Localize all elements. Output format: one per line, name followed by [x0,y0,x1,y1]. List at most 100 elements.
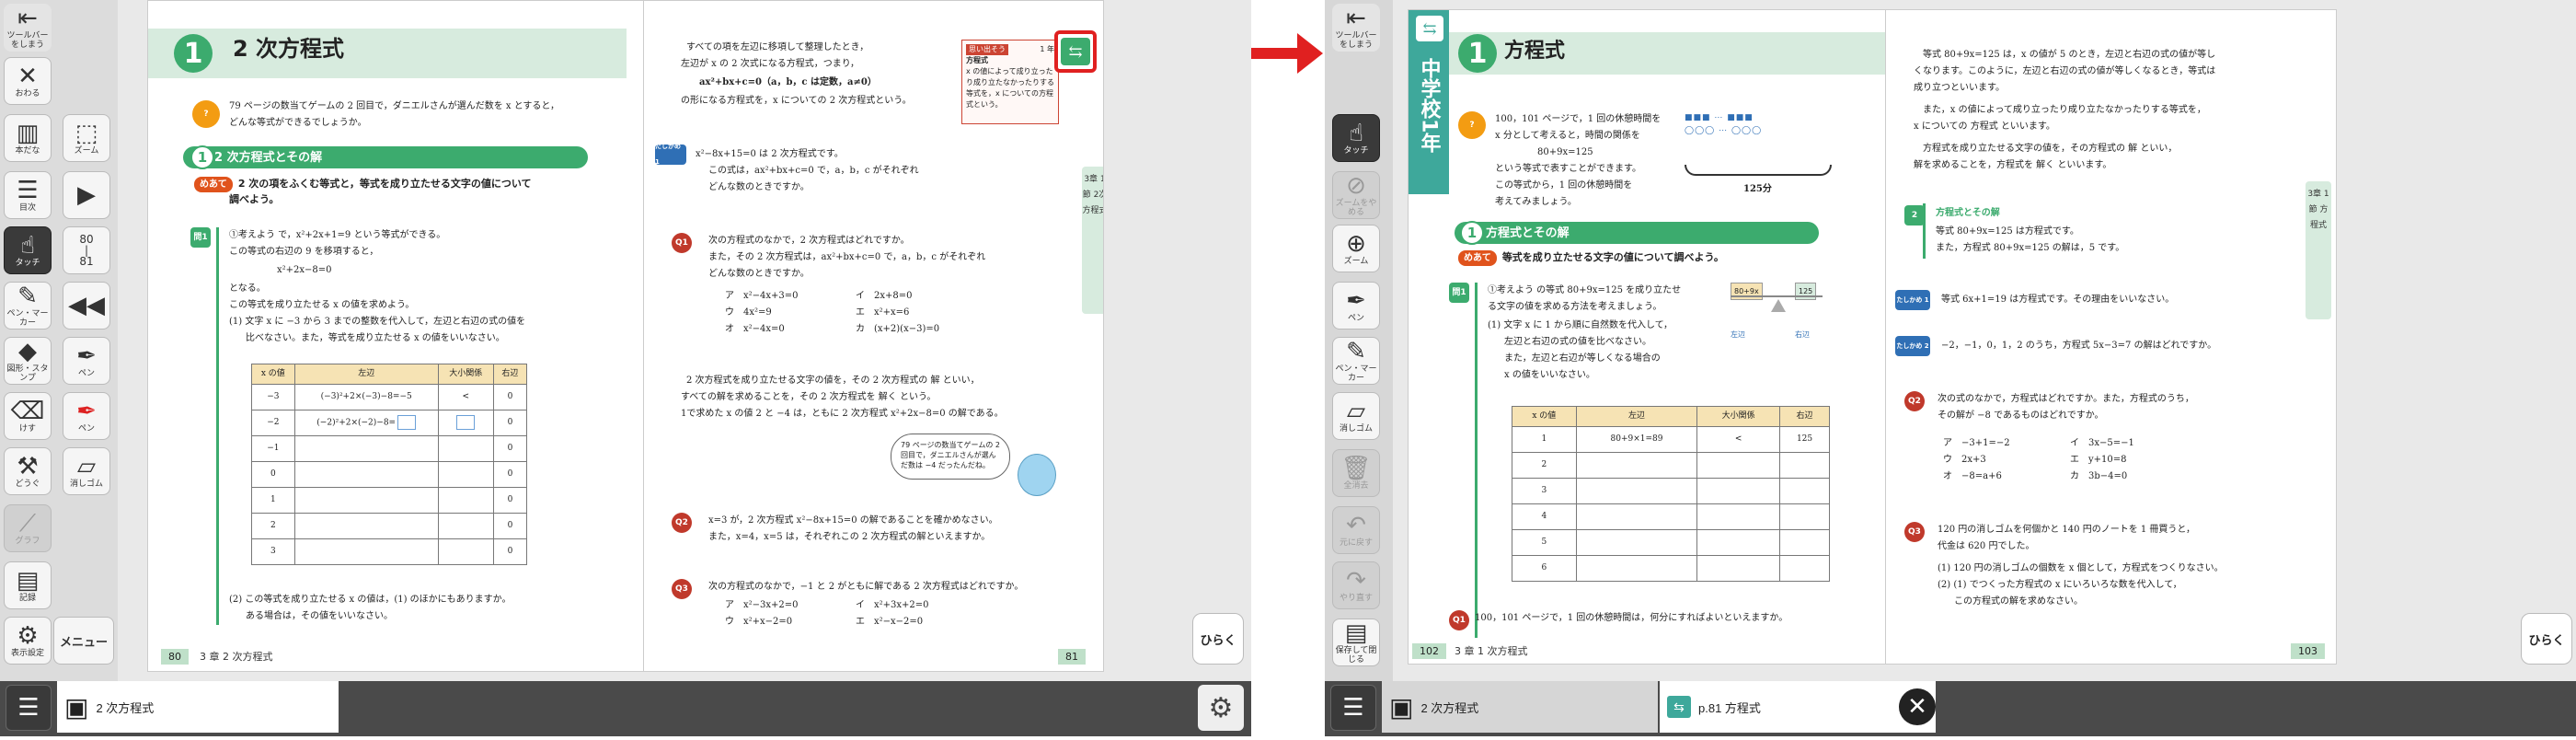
table-row: −1 0 [251,435,528,462]
hand-pointer-icon: ☝ [20,232,35,260]
zoom-button[interactable]: ⊕ ズーム [1332,225,1380,272]
close-button[interactable]: ✕ おわる [4,57,52,105]
question-text: ある場合は，その値をいいなさい。 [246,611,393,621]
tab-linked-page[interactable]: ⇆ p.81 方程式 [1660,681,1936,733]
goal-cont: 調べよう。 [229,193,280,205]
pen-icon: ✒ [1346,287,1366,315]
pen-red-button[interactable]: ✒ ペン [63,392,110,440]
toc-button[interactable]: ☰ 目次 [4,171,52,219]
pen-marker-button[interactable]: ✎ ペン・マーカー [4,282,52,330]
tab-book[interactable]: ▣ 2 次方程式 [1382,681,1658,733]
chapter-number: 1 [174,34,213,73]
eraser-icon: ▱ [1347,398,1365,425]
page-number: 81 [1058,649,1086,665]
body-text: 2 次方程式を成り立たせる文字の値を，その 2 次方程式の 解 といい， [686,376,980,386]
back-link-icon[interactable]: ⇆ [1416,16,1443,41]
right-toolbar: ⇤ ツールバーをしまう ☝ タッチ ⊘ ズームをやめる ⊕ ズーム ✒ ペン ✎… [1325,0,1393,681]
toolbar-hide-button[interactable]: ⇤ ツールバーをしまう [1332,4,1380,52]
body-text: x²−8x+15=0 は 2 次方程式です。 [696,149,844,159]
arrow-left-bar-icon: ⇤ [17,5,38,32]
question-mark: Q1 [1449,610,1469,630]
left-viewer: ⇤ ツールバーをしまう ✕ おわる ▥ 本だな ⬚ ズーム ☰ 目次 ▶ ☝ タ… [0,0,1251,736]
option: ウ x²+x−2=0 [725,617,793,627]
open-button[interactable]: ひらく [2521,613,2572,665]
menu-button[interactable]: メニュー [53,617,114,665]
tools-button[interactable]: ⚒ どうぐ [4,447,52,495]
body-text: 100，101 ページで，1 回の休憩時間は，何分にすればよいといえますか。 [1475,613,1788,623]
goal: めあて 2 次の項をふくむ等式と，等式を成り立たせる文字の値について [194,176,532,192]
pen-marker-button[interactable]: ✎ ペン・マーカー [1332,337,1380,385]
eraser-button[interactable]: ▱ 消しゴム [63,447,110,495]
reminder-box: 思い出そう 1 年 方程式 x の値によって成り立ったり成り立たなかったりする等式… [961,40,1059,124]
bookshelf-button[interactable]: ▥ 本だな [4,114,52,162]
redo-icon: ↷ [1346,567,1366,595]
erase-button[interactable]: ⌫ けす [4,392,52,440]
save-close-button[interactable]: ▤ 保存して閉じる [1332,619,1380,666]
table-header: 右辺 [1779,406,1830,427]
body-text: また，x の値によって成り立ったり成り立たなかったりする等式を， [1923,105,2206,115]
book-icon: ▣ [1389,692,1414,722]
running-footer: 3 章 2 次方程式 [200,651,273,663]
answer-box[interactable] [397,414,417,430]
zoom-button[interactable]: ⬚ ズーム [63,114,110,162]
table-header: x の値 [1512,406,1577,427]
body-text: x=3 が，2 次方程式 x²−8x+15=0 の解であることを確かめなさい。 [708,515,998,526]
question-mark: Q1 [672,233,692,253]
zoom-stop-button[interactable]: ⊘ ズームをやめる [1332,171,1380,219]
page-102: 中学校1年 ⇆ 1 方程式 ? 100，101 ページで，1 回の休憩時間を x… [1408,9,1886,665]
arrow-left-bar-icon: ⇤ [1346,5,1366,32]
equation: x²+2x−8=0 [277,265,332,275]
right-viewer: ⇤ ツールバーをしまう ☝ タッチ ⊘ ズームをやめる ⊕ ズーム ✒ ペン ✎… [1325,0,2576,736]
touch-button[interactable]: ☝ タッチ [1332,114,1380,162]
eraser-button[interactable]: ▱ 消しゴム [1332,392,1380,440]
question-text: また，左辺と右辺が等しくなる場合の [1504,353,1661,364]
settings-button[interactable]: ⚙ [1198,685,1244,731]
body-text: 次の式のなかで，方程式はどれですか。また，方程式のうち， [1938,394,2194,404]
pen-button[interactable]: ✒ ペン [1332,282,1380,330]
shapes-icon: ◆ [18,338,37,365]
close-icon: ✕ [1907,693,1927,721]
body-text: この等式から，1 回の休憩時間を [1495,180,1633,191]
option: オ −8=a+6 [1943,471,2002,481]
hamburger-menu-button[interactable]: ☰ [6,685,52,731]
question-mark: Q2 [1904,391,1925,411]
table-row: 4 [1512,503,1830,530]
next-page-button[interactable]: ▶ [63,171,110,219]
input-cell[interactable] [437,410,494,436]
section-number: 1 [190,145,214,169]
answer-box[interactable] [456,414,476,430]
input-cell[interactable]: (−2)²+2×(−2)−8= [293,410,439,436]
toolbar-hide-button[interactable]: ⇤ ツールバーをしまう [4,4,52,52]
table-row: 3 [1512,478,1830,504]
record-button[interactable]: ▤ 記録 [4,561,52,609]
touch-button[interactable]: ☝ タッチ [4,226,52,274]
body-text: −2，−1，0，1，2 のうち，方程式 5x−3=7 の解はどれですか。 [1941,341,2217,351]
clear-all-button[interactable]: 🗑 全消去 [1332,449,1380,497]
character-illustration [1018,454,1056,496]
tab-book[interactable]: ▣ 2 次方程式 [57,681,339,733]
balance-illustration: 80+9x 125 左辺 右辺 [1731,283,1832,356]
redo-button[interactable]: ↷ やり直す [1332,561,1380,609]
stamp-button[interactable]: ◆ 図形・スタンプ [4,337,52,385]
undo-button[interactable]: ↶ 元に戻す [1332,506,1380,554]
option: ウ 4x²=9 [725,307,772,318]
table-header: 右辺 [492,364,528,385]
table-row: 20 [251,513,528,539]
graph-button[interactable]: ⟋ グラフ [4,504,52,552]
pen-black-button[interactable]: ✒ ペン [63,337,110,385]
open-button[interactable]: ひらく [1192,613,1244,665]
question-text: この等式の右辺の 9 を移項すると， [229,247,379,257]
value-table: x の値 左辺 大小関係 右辺 −3 (−3)²+2×(−3)−8=−5 <0 −2… [251,364,528,565]
option: ア −3+1=−2 [1943,438,2010,448]
link-button-highlight[interactable]: ⇆ [1054,30,1097,73]
hamburger-menu-button[interactable]: ☰ [1330,685,1376,731]
check-tag: たしかめ 2 [1895,336,1930,356]
question-text: (2) この等式を成り立たせる x の値は，(1) のほかにもありますか。 [229,595,512,605]
display-settings-button[interactable]: ⚙ 表示設定 [4,617,52,665]
equation: ax²+bx+c=0（a，b，c は定数，a≠0） [699,77,877,87]
question-rule [216,227,219,625]
prev-page-button[interactable]: ◀◀ [63,282,110,330]
option: ア x²−4x+3=0 [725,291,799,301]
close-tab-button[interactable]: ✕ [1899,688,1936,725]
body-text: (1) 120 円の消しゴムの個数を x 個として，方程式をつくりなさい。 [1938,563,2224,573]
